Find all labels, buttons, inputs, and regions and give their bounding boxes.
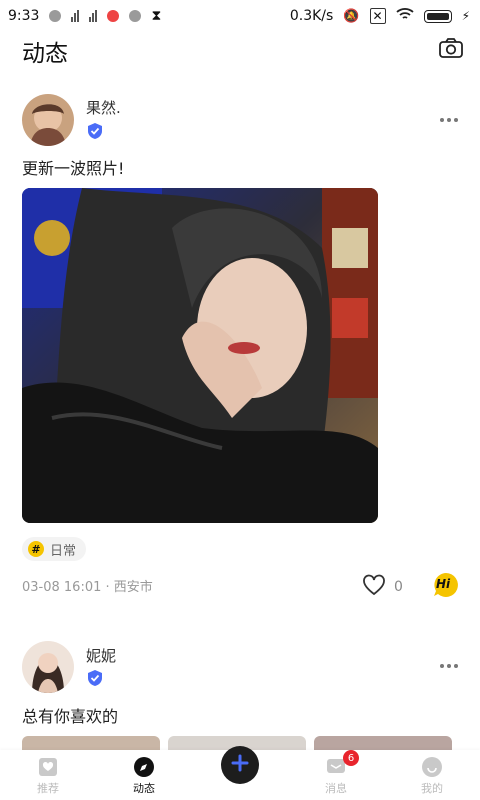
more-options-icon[interactable] xyxy=(440,663,458,669)
tab-recommend[interactable]: 推荐 xyxy=(18,756,78,796)
username[interactable]: 妮妮 xyxy=(86,645,116,666)
app-notification-icon xyxy=(107,10,120,22)
tab-label: 动态 xyxy=(133,782,155,795)
sim-icon: ✕ xyxy=(369,8,386,24)
tab-label: 我的 xyxy=(421,782,443,795)
plus-icon xyxy=(231,754,249,776)
signal-icon xyxy=(71,10,80,22)
compass-icon xyxy=(133,756,155,778)
tag-label: 日常 xyxy=(50,543,77,559)
charging-icon: ⚡ xyxy=(461,9,470,23)
hi-label: Hi xyxy=(436,577,451,591)
avatar[interactable] xyxy=(22,641,74,693)
wifi-icon xyxy=(395,7,414,25)
tab-profile[interactable]: 我的 xyxy=(402,756,462,796)
topic-tag[interactable]: # 日常 xyxy=(22,537,87,561)
page-title: 动态 xyxy=(22,41,68,67)
hashtag-icon: # xyxy=(28,541,44,557)
say-hi-button[interactable]: Hi xyxy=(433,572,459,598)
unread-badge: 6 xyxy=(343,750,359,766)
post-text: 总有你喜欢的 xyxy=(22,707,119,726)
header: 动态 xyxy=(0,32,480,84)
profile-icon xyxy=(421,756,443,778)
mute-icon: 🔕 xyxy=(343,8,360,24)
username[interactable]: 果然. xyxy=(86,97,121,118)
notification-dot-icon xyxy=(49,10,62,22)
notification-dot-icon xyxy=(129,10,142,22)
post-meta: 03-08 16:01 · 西安市 xyxy=(22,580,153,595)
verified-badge-icon xyxy=(86,669,104,687)
bottom-tab-bar: 推荐 动态 消息 我的 xyxy=(0,746,480,800)
tab-label: 推荐 xyxy=(37,782,59,795)
avatar[interactable] xyxy=(22,94,74,146)
tab-label: 消息 xyxy=(325,782,347,795)
more-options-icon[interactable] xyxy=(440,117,458,123)
post-photo[interactable] xyxy=(22,188,378,523)
like-button[interactable]: 0 xyxy=(362,574,403,600)
heart-icon xyxy=(362,574,386,600)
tab-moments[interactable]: 动态 xyxy=(114,756,174,796)
post-text: 更新一波照片! xyxy=(22,159,125,178)
verified-badge-icon xyxy=(86,122,104,140)
status-time: 9:33 xyxy=(8,8,40,24)
camera-icon[interactable] xyxy=(438,36,464,60)
hourglass-icon: ⧗ xyxy=(151,8,162,24)
signal-icon xyxy=(89,10,98,22)
like-count: 0 xyxy=(394,579,403,595)
recommend-icon xyxy=(37,756,59,778)
create-post-button[interactable] xyxy=(221,746,259,784)
network-speed: 0.3K/s xyxy=(289,8,334,24)
battery-icon xyxy=(423,9,452,23)
status-bar: 9:33 ⧗ 0.3K/s 🔕 ✕ ⚡ xyxy=(0,0,480,32)
